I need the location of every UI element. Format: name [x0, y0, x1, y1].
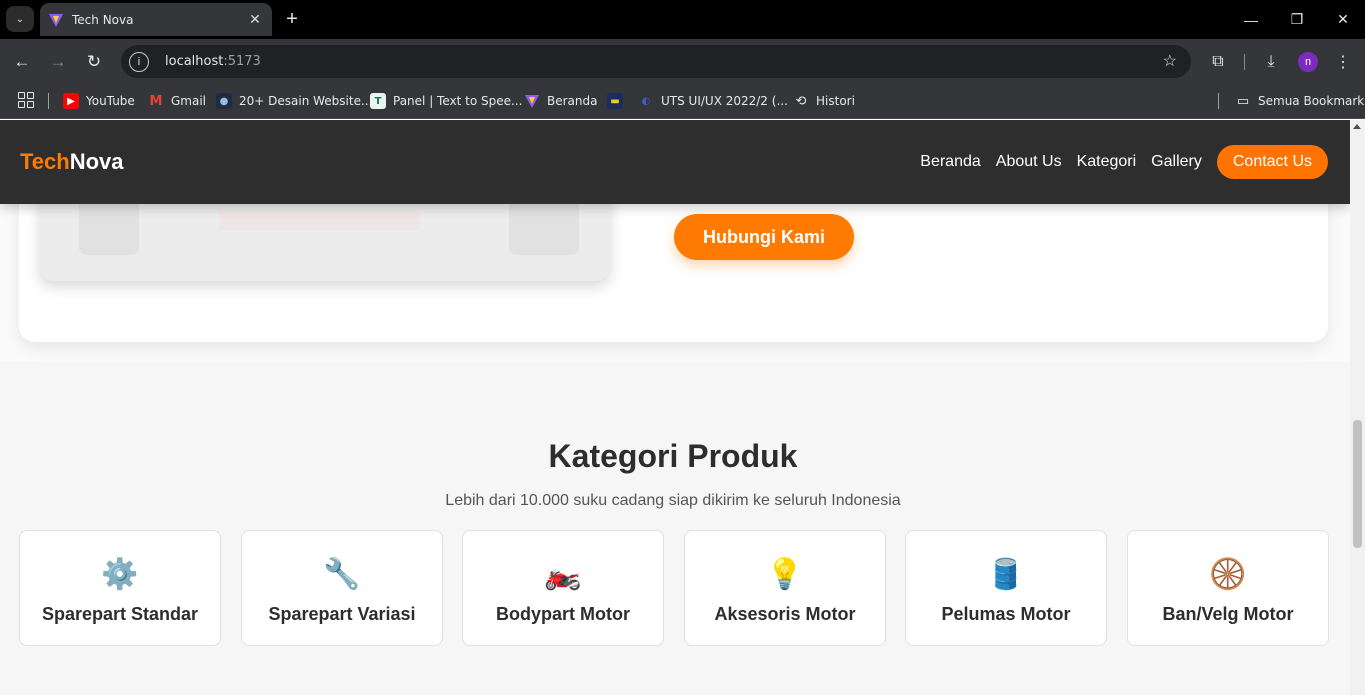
nav-kategori[interactable]: Kategori [1077, 153, 1137, 171]
uts-icon: ◐ [641, 95, 651, 107]
menu-icon[interactable]: ⋮ [1330, 49, 1356, 75]
section-title: Kategori Produk [548, 438, 798, 474]
lightbulb-icon: 💡 [766, 558, 804, 591]
bookmark-gmail[interactable]: M Gmail [148, 91, 206, 111]
category-label: Sparepart Variasi [268, 604, 416, 624]
site-icon: ● [216, 93, 232, 109]
vite-icon [49, 13, 63, 27]
bookmark-panel[interactable]: T Panel | Text to Spee... [370, 91, 522, 111]
page-scrollbar[interactable] [1350, 120, 1365, 695]
vite-icon [525, 95, 539, 108]
forward-icon[interactable]: → [45, 49, 71, 75]
category-card-pelumas-motor[interactable]: 🛢️ Pelumas Motor [905, 530, 1107, 646]
profile-avatar[interactable]: n [1298, 52, 1318, 72]
bookmark-youtube[interactable]: ▶ YouTube [63, 91, 135, 111]
new-tab-button[interactable]: + [282, 6, 302, 32]
browser-tabstrip: ⌄ Tech Nova ✕ + — ❐ ✕ [0, 0, 1365, 39]
category-card-bodypart-motor[interactable]: 🏍️ Bodypart Motor [462, 530, 664, 646]
category-card-aksesoris-motor[interactable]: 💡 Aksesoris Motor [684, 530, 886, 646]
section-subtitle: Lebih dari 10.000 suku cadang siap dikir… [445, 492, 901, 509]
all-bookmarks[interactable]: ▭ Semua Bookmark [1235, 91, 1364, 111]
back-icon[interactable]: ← [9, 49, 35, 75]
category-card-ban-velg-motor[interactable]: 🛞 Ban/Velg Motor [1127, 530, 1329, 646]
reload-icon[interactable]: ↻ [81, 49, 107, 75]
category-card-sparepart-variasi[interactable]: 🔧 Sparepart Variasi [241, 530, 443, 646]
folder-icon: ▬ [607, 93, 623, 109]
page-viewport: TechNova Beranda About Us Kategori Galle… [0, 120, 1350, 695]
minimize-icon[interactable]: — [1228, 0, 1274, 39]
url-text: localhost:5173 [165, 54, 261, 69]
bookmark-folder[interactable]: ▬ [607, 91, 630, 111]
toolbar-divider [1244, 54, 1245, 70]
category-card-sparepart-standar[interactable]: ⚙️ Sparepart Standar [19, 530, 221, 646]
category-label: Bodypart Motor [496, 604, 630, 624]
t-icon: T [370, 93, 386, 109]
gear-icon: ⚙️ [101, 558, 139, 591]
bookmarks-divider-right [1218, 93, 1219, 109]
nav-about-us[interactable]: About Us [996, 153, 1062, 171]
category-label: Pelumas Motor [941, 604, 1071, 624]
close-icon[interactable]: ✕ [244, 11, 266, 28]
bookmarks-bar: ▶ YouTube M Gmail ● 20+ Desain Website..… [0, 84, 1365, 119]
gmail-icon: M [149, 93, 163, 109]
bookmark-star-icon[interactable]: ☆ [1163, 51, 1177, 71]
apps-icon[interactable] [18, 92, 34, 108]
folder-outline-icon: ▭ [1236, 93, 1250, 109]
bookmark-uts[interactable]: ◐ UTS UI/UX 2022/2 (... [638, 91, 788, 111]
restore-icon[interactable]: ❐ [1274, 0, 1320, 39]
oil-drum-icon: 🛢️ [987, 558, 1025, 591]
category-label: Sparepart Standar [41, 604, 199, 624]
contact-us-button[interactable]: Contact Us [1216, 145, 1328, 179]
motorcycle-icon: 🏍️ [544, 558, 582, 591]
download-icon[interactable]: ⤓ [1258, 49, 1284, 75]
extensions-icon[interactable]: ⧉ [1205, 49, 1231, 75]
wrench-icon: 🔧 [323, 558, 361, 591]
bookmark-desain[interactable]: ● 20+ Desain Website... [216, 91, 372, 111]
tab-title: Tech Nova [72, 12, 134, 27]
nav-beranda[interactable]: Beranda [920, 153, 981, 171]
category-label: Ban/Velg Motor [1162, 604, 1294, 624]
scroll-thumb[interactable] [1353, 420, 1362, 548]
site-navbar: TechNova Beranda About Us Kategori Galle… [0, 120, 1350, 204]
browser-toolbar: ← → ↻ i localhost:5173 ☆ ⧉ ⤓ n ⋮ [0, 39, 1365, 84]
browser-tab[interactable]: Tech Nova ✕ [40, 3, 272, 36]
bookmark-beranda[interactable]: Beranda [524, 91, 597, 111]
site-logo[interactable]: TechNova [20, 149, 124, 175]
nav-links: Beranda About Us Kategori Gallery Contac… [920, 145, 1328, 179]
category-label: Aksesoris Motor [714, 604, 856, 624]
site-info-icon[interactable]: i [129, 51, 149, 72]
nav-gallery[interactable]: Gallery [1151, 153, 1202, 171]
bookmark-histori[interactable]: ⟲ Histori [793, 91, 855, 111]
window-close-icon[interactable]: ✕ [1320, 0, 1365, 39]
scroll-up-icon[interactable] [1353, 124, 1361, 129]
wheel-icon: 🛞 [1209, 558, 1247, 591]
hubungi-kami-button[interactable]: Hubungi Kami [674, 214, 854, 260]
address-bar[interactable]: i localhost:5173 ☆ [121, 45, 1191, 78]
bookmarks-divider [48, 93, 49, 109]
youtube-icon: ▶ [63, 93, 79, 109]
tab-search-button[interactable]: ⌄ [6, 6, 34, 32]
history-icon: ⟲ [795, 93, 807, 109]
